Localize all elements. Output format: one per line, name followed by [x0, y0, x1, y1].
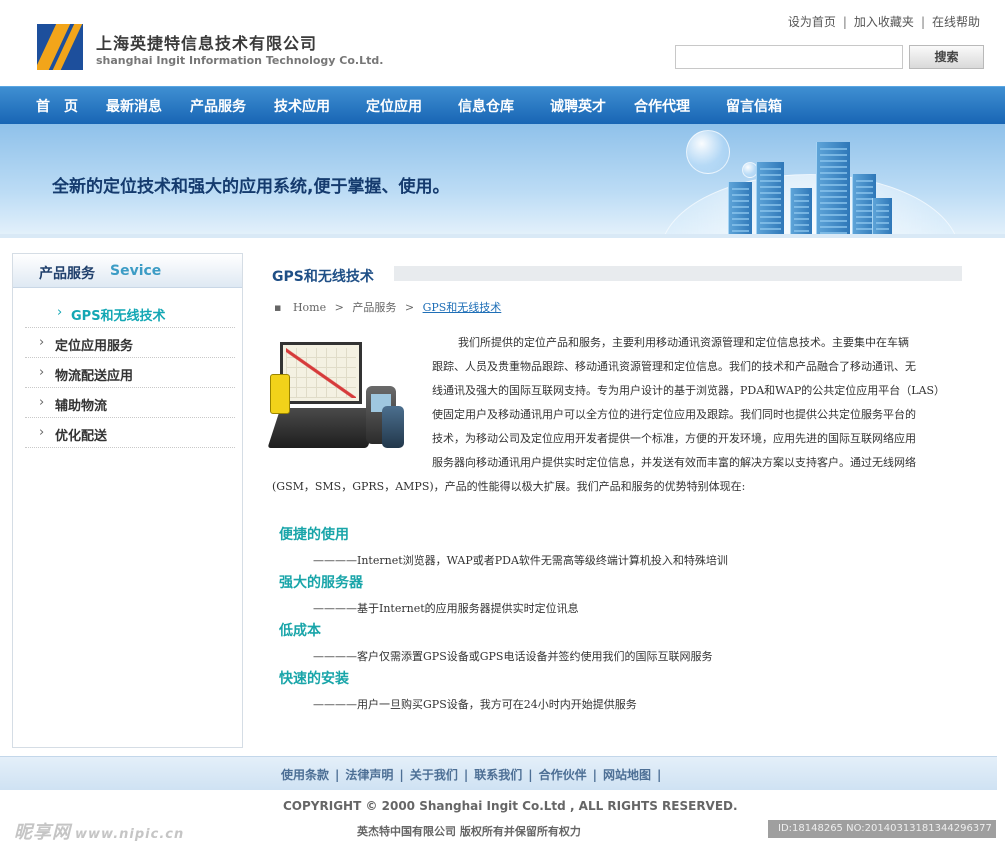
footer-link-about[interactable]: 关于我们	[410, 768, 458, 782]
intro-text: 我们所提供的定位产品和服务，主要利用移动通讯资源管理和定位信息技术。主要集中在车…	[272, 331, 962, 499]
main-nav: 首 页 最新消息 产品服务 技术应用 定位应用 信息仓库 诚聘英才 合作代理 留…	[0, 86, 1005, 124]
site-header: 上海英捷特信息技术有限公司 shanghai Ingit Information…	[0, 0, 1005, 86]
company-name-cn: 上海英捷特信息技术有限公司	[96, 34, 318, 53]
footer-link-partners[interactable]: 合作伙伴	[539, 768, 587, 782]
feature-desc: ————基于Internet的应用服务器提供实时定位讯息	[313, 602, 579, 615]
intro-line: 服务器向移动通讯用户提供实时定位信息，并发送有效而丰富的解决方案以支持客户。通过…	[432, 456, 916, 469]
footer-links: 使用条款 | 法律声明 | 关于我们 | 联系我们 | 合作伙伴 | 网站地图 |	[281, 766, 667, 783]
top-links: 设为首页 | 加入收藏夹 | 在线帮助	[788, 13, 980, 30]
sidebar-title-cn: 产品服务	[39, 266, 95, 282]
building-graphic	[756, 162, 784, 238]
nav-item-messages[interactable]: 留言信箱	[726, 96, 782, 116]
search-button[interactable]: 搜索	[909, 45, 984, 69]
breadcrumb-separator: >	[334, 301, 344, 314]
banner-divider	[0, 234, 1005, 238]
footer-link-terms[interactable]: 使用条款	[281, 768, 329, 782]
sidebar-item-gps-wireless[interactable]: › GPS和无线技术	[25, 298, 235, 328]
copyright-text: COPYRIGHT © 2000 Shanghai Ingit Co.Ltd ,…	[283, 799, 738, 813]
sidebar-item-label: 优化配送	[55, 429, 108, 444]
nav-item-jobs[interactable]: 诚聘英才	[550, 96, 606, 116]
footer-link-legal[interactable]: 法律声明	[345, 768, 393, 782]
chevron-right-icon: ›	[57, 305, 63, 320]
footer-link-sitemap[interactable]: 网站地图	[603, 768, 651, 782]
company-logo-icon[interactable]	[37, 24, 83, 70]
intro-line: 线通讯及强大的国际互联网支持。专为用户设计的基于浏览器，PDA和WAP的公共定位…	[432, 384, 946, 397]
sidebar-item-optimize-delivery[interactable]: › 优化配送	[25, 418, 235, 448]
separator: |	[657, 768, 662, 782]
watermark-brand: 昵享网	[14, 822, 71, 843]
sidebar-header: 产品服务 Sevice	[13, 254, 242, 288]
sidebar-title-en: Sevice	[110, 263, 162, 279]
nav-item-partners[interactable]: 合作代理	[634, 96, 690, 116]
separator: |	[335, 768, 340, 782]
title-underbar	[394, 266, 962, 281]
add-favorite-link[interactable]: 加入收藏夹	[854, 15, 914, 29]
nav-item-products[interactable]: 产品服务	[190, 96, 246, 116]
nav-item-home[interactable]: 首 页	[36, 96, 78, 116]
breadcrumb-home[interactable]: Home	[293, 301, 326, 314]
hero-banner: 全新的定位技术和强大的应用系统,便于掌握、使用。	[0, 124, 1005, 238]
set-homepage-link[interactable]: 设为首页	[788, 15, 836, 29]
online-help-link[interactable]: 在线帮助	[932, 15, 980, 29]
sidebar-item-label: 辅助物流	[55, 399, 108, 414]
watermark: 昵享网 www.nipic.cn	[14, 818, 184, 844]
sidebar-item-label: GPS和无线技术	[71, 309, 166, 324]
separator: |	[920, 15, 925, 29]
intro-line: 技术，为移动公司及定位应用开发者提供一个标准，方便的开发环境，应用先进的国际互联…	[432, 432, 916, 445]
nav-item-tech[interactable]: 技术应用	[274, 96, 330, 116]
chevron-right-icon: ›	[39, 335, 45, 350]
building-graphic	[872, 198, 892, 238]
chevron-right-icon: ›	[39, 425, 45, 440]
watermark-site: www.nipic.cn	[75, 827, 185, 842]
bubble-graphic	[686, 130, 730, 174]
chevron-right-icon: ›	[39, 365, 45, 380]
nav-item-info[interactable]: 信息仓库	[458, 96, 514, 116]
page-title: GPS和无线技术	[272, 269, 374, 285]
breadcrumb-bullet-icon: ▪	[274, 301, 282, 314]
separator: |	[842, 15, 847, 29]
nav-item-location[interactable]: 定位应用	[366, 96, 422, 116]
chevron-right-icon: ›	[39, 395, 45, 410]
rights-text-cn: 英杰特中国有限公司 版权所有并保留所有权力	[357, 825, 581, 838]
company-name-en: shanghai Ingit Information Technology Co…	[96, 54, 384, 67]
intro-line: 使固定用户及移动通讯用户可以全方位的进行定位应用及跟踪。我们同时也提供公共定位服…	[432, 408, 916, 421]
feature-desc: ————Internet浏览器，WAP或者PDA软件无需高等级终端计算机投入和特…	[313, 554, 728, 567]
building-graphic	[728, 182, 752, 238]
feature-desc: ————用户一旦购买GPS设备，我方可在24小时内开始提供服务	[313, 698, 637, 711]
building-graphic	[790, 188, 812, 238]
building-graphic	[816, 142, 850, 238]
breadcrumb: ▪ Home > 产品服务 > GPS和无线技术	[274, 299, 501, 315]
separator: |	[399, 768, 404, 782]
image-id-bar: ID:18148265 NO:20140313181344296377	[768, 820, 996, 838]
feature-title: 便捷的使用	[279, 527, 349, 543]
sidebar-item-location-service[interactable]: › 定位应用服务	[25, 328, 235, 358]
sidebar: 产品服务 Sevice › GPS和无线技术 › 定位应用服务 › 物流配送应用…	[12, 253, 243, 748]
banner-slogan: 全新的定位技术和强大的应用系统,便于掌握、使用。	[52, 177, 450, 197]
breadcrumb-separator: >	[404, 301, 415, 314]
sidebar-item-aux-logistics[interactable]: › 辅助物流	[25, 388, 235, 418]
sidebar-item-label: 定位应用服务	[55, 339, 134, 354]
breadcrumb-section[interactable]: 产品服务	[352, 301, 396, 314]
search-input[interactable]	[675, 45, 903, 69]
feature-title: 快速的安装	[279, 671, 349, 687]
nav-item-news[interactable]: 最新消息	[106, 96, 162, 116]
separator: |	[592, 768, 598, 782]
breadcrumb-current[interactable]: GPS和无线技术	[423, 301, 502, 314]
intro-line: 跟踪、人员及贵重物品跟踪、移动通讯资源管理和定位信息。我们的技术和产品融合了移动…	[432, 360, 916, 373]
feature-desc: ————客户仅需添置GPS设备或GPS电话设备并签约使用我们的国际互联网服务	[313, 650, 713, 663]
separator: |	[528, 768, 533, 782]
separator: |	[463, 768, 469, 782]
intro-line: (GSM，SMS，GPRS，AMPS)，产品的性能得以极大扩展。我们产品和服务的…	[272, 480, 746, 493]
sidebar-item-label: 物流配送应用	[55, 369, 134, 384]
footer-link-contact[interactable]: 联系我们	[474, 768, 522, 782]
footer-bar: 使用条款 | 法律声明 | 关于我们 | 联系我们 | 合作伙伴 | 网站地图 |	[0, 756, 997, 790]
feature-title: 低成本	[279, 623, 321, 639]
feature-title: 强大的服务器	[279, 575, 363, 591]
sidebar-item-logistics[interactable]: › 物流配送应用	[25, 358, 235, 388]
intro-line: 我们所提供的定位产品和服务，主要利用移动通讯资源管理和定位信息技术。主要集中在车…	[458, 336, 909, 349]
